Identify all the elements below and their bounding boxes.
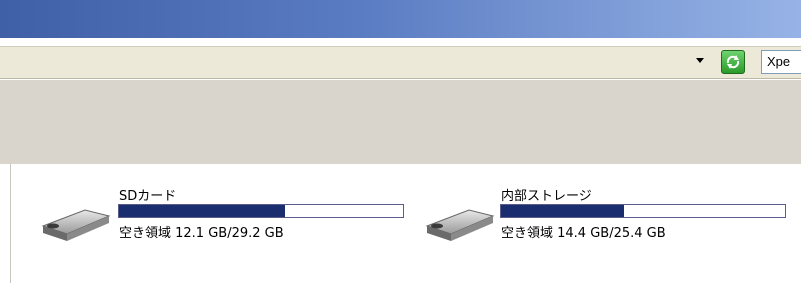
address-input[interactable]: Xpe	[761, 50, 801, 74]
drive-item-internal-storage[interactable]: 内部ストレージ 空き領域 14.4 GB/25.4 GB	[411, 164, 801, 283]
refresh-arrows-icon	[726, 55, 740, 69]
refresh-button[interactable]	[721, 50, 745, 74]
drive-name: SDカード	[119, 189, 177, 204]
toolbar-area	[0, 80, 801, 164]
title-bar	[0, 0, 801, 38]
title-separator	[0, 38, 801, 46]
address-bar: Xpe	[0, 46, 801, 79]
free-space-label: 空き領域 14.4 GB/25.4 GB	[501, 226, 666, 241]
removable-drive-icon	[41, 209, 111, 241]
free-space-label: 空き領域 12.1 GB/29.2 GB	[119, 226, 284, 241]
removable-drive-icon	[425, 209, 495, 241]
chevron-down-icon[interactable]	[696, 58, 704, 63]
capacity-fill	[119, 205, 286, 217]
capacity-bar	[118, 204, 404, 218]
drive-item-sd-card[interactable]: SDカード 空き領域 12.1 GB/29.2 GB	[11, 164, 411, 283]
capacity-bar	[500, 204, 786, 218]
drive-name: 内部ストレージ	[501, 189, 592, 204]
drive-list: SDカード 空き領域 12.1 GB/29.2 GB 内部ストレージ 空き領域 …	[10, 164, 801, 283]
capacity-fill	[501, 205, 624, 217]
